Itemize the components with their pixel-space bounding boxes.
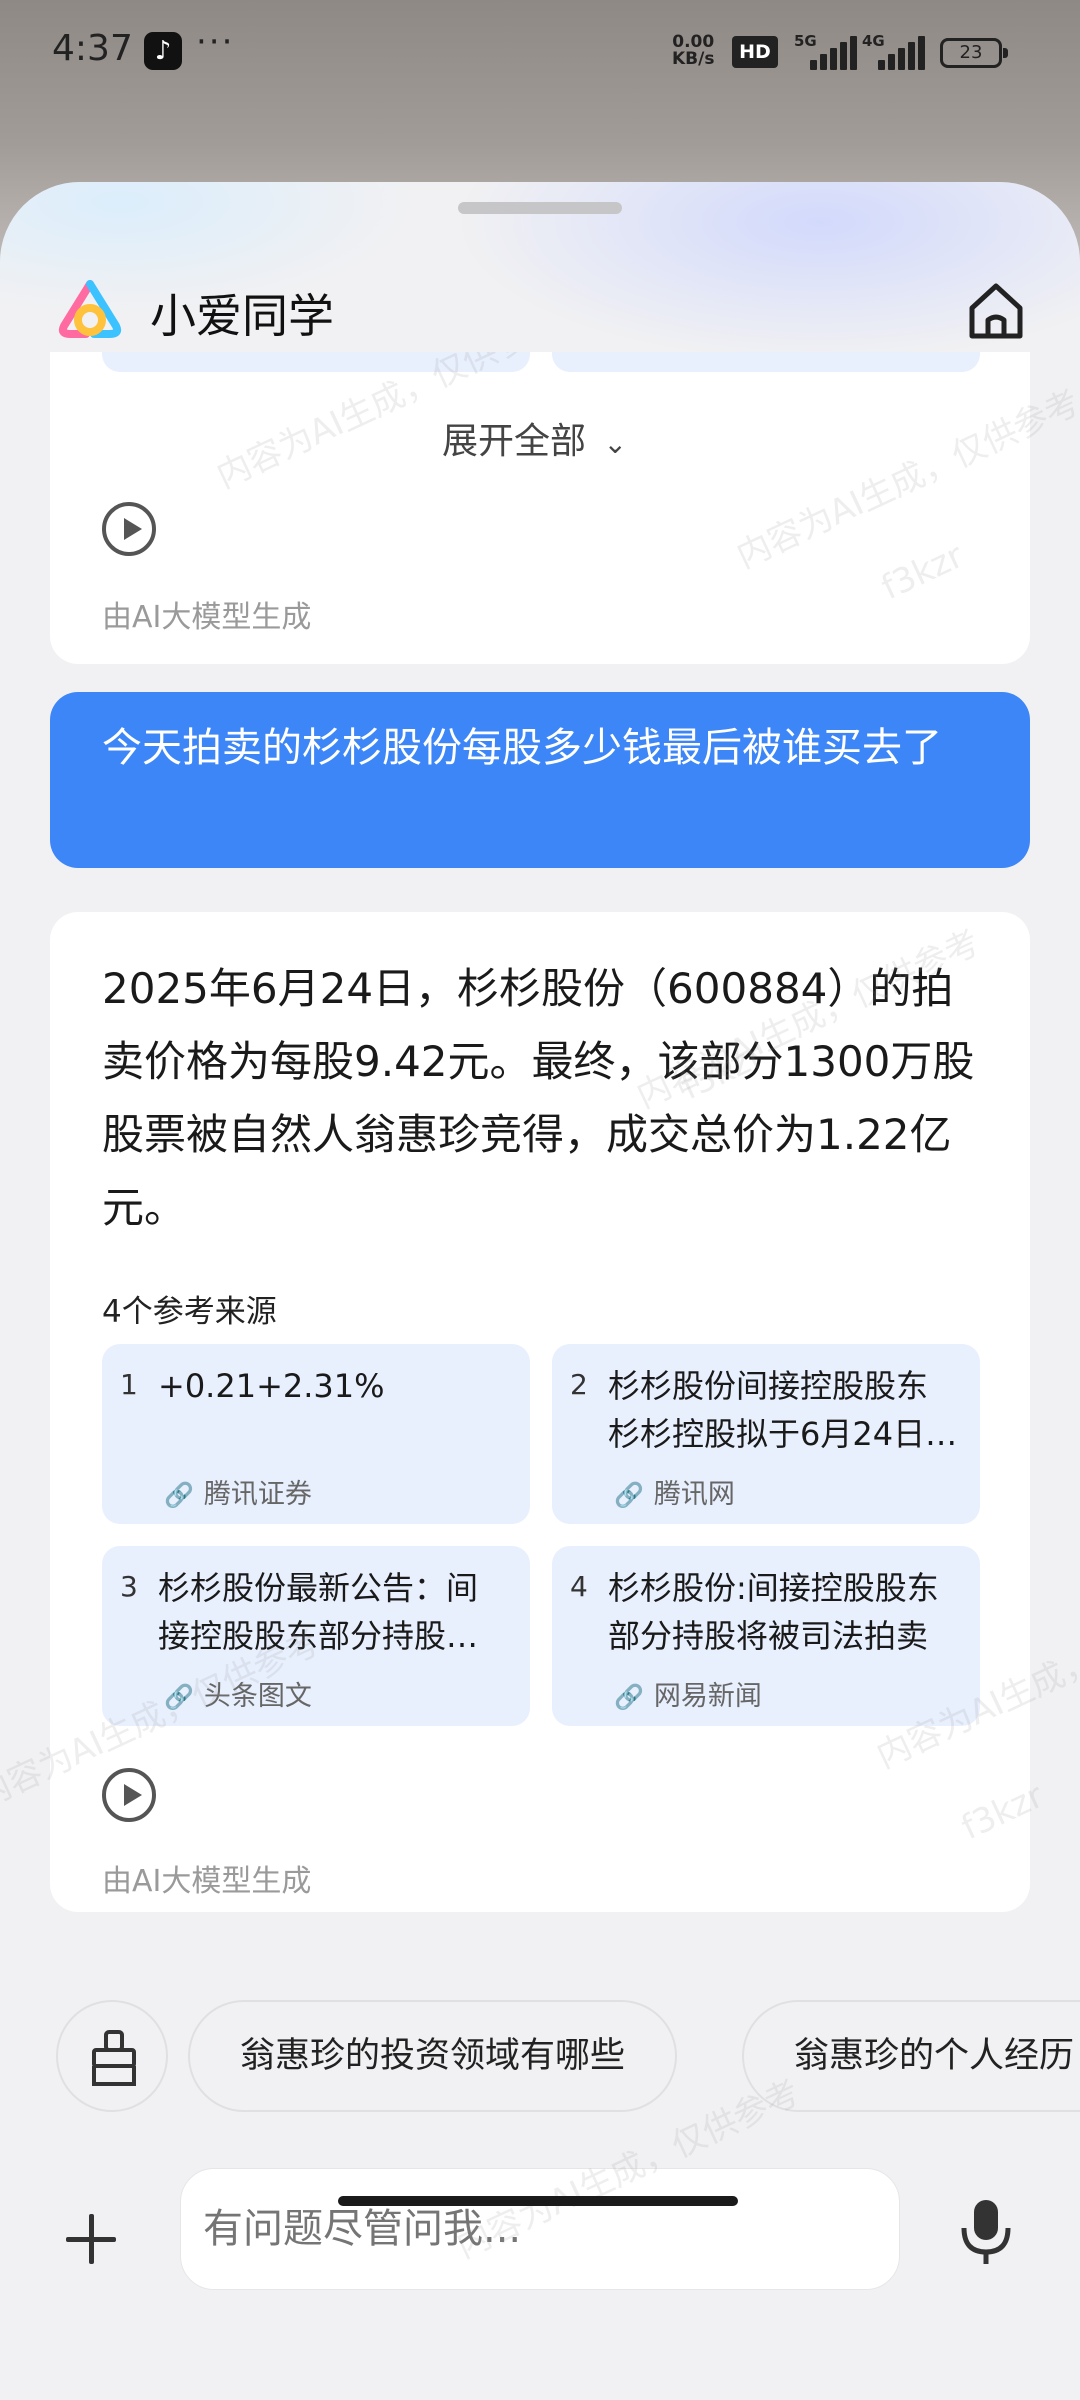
assistant-sheet: 小爱同学 展开全部 ⌄ 由AI大模型生成 今天拍卖的杉杉股份每股多少钱最后被谁买… [0,182,1080,2400]
status-time: 4:37 [52,28,133,69]
reference-source: 🔗 网易新闻 [614,1674,762,1713]
reference-number: 2 [570,1368,588,1401]
play-audio-icon[interactable] [102,1768,156,1822]
ai-generated-label: 由AI大模型生成 [102,600,312,635]
reference-card[interactable]: 1 +0.21+2.31% 🔗 腾讯证券 [102,1344,530,1524]
signal-4g-icon: 4G [862,32,926,70]
input-bar [0,2168,1080,2298]
link-icon: 🔗 [164,1683,194,1711]
expand-all-label: 展开全部 [442,421,587,462]
reference-source-name: 腾讯网 [653,1479,735,1510]
reference-card-peek[interactable] [552,352,980,372]
chat-scroll-area[interactable]: 展开全部 ⌄ 由AI大模型生成 今天拍卖的杉杉股份每股多少钱最后被谁买去了 20… [0,352,1080,2134]
sheet-drag-handle[interactable] [458,202,622,214]
network-speed: 0.00 KB/s [672,34,714,68]
link-icon: 🔗 [164,1481,194,1509]
reference-title: +0.21+2.31% [158,1367,385,1405]
header: 小爱同学 [0,222,1080,352]
reference-title: 杉杉股份间接控股股东杉杉控股拟于6月24日起被司法拍卖 [608,1367,958,1453]
link-icon: 🔗 [614,1683,644,1711]
clean-brush-icon[interactable] [56,2000,168,2112]
signal-5g-label: 5G [794,32,817,50]
tiktok-icon: ♪ [144,32,182,70]
app-title: 小爱同学 [150,289,334,343]
chevron-down-icon: ⌄ [603,427,627,460]
previous-answer-card: 展开全部 ⌄ 由AI大模型生成 [50,352,1030,664]
reference-number: 4 [570,1570,588,1603]
plus-icon[interactable] [66,2214,116,2264]
link-icon: 🔗 [614,1481,644,1509]
reference-title: 杉杉股份最新公告：间接控股股东部分持股将被司法拍卖 [158,1569,479,1655]
network-speed-unit: KB/s [672,49,715,69]
play-audio-icon[interactable] [102,502,156,556]
reference-source: 🔗 腾讯证券 [164,1472,312,1511]
xiaoai-logo-icon [58,280,122,338]
microphone-icon[interactable] [958,2196,1014,2266]
reference-card-peek[interactable] [102,352,530,372]
ai-generated-label: 由AI大模型生成 [102,1864,312,1899]
references-title: 4个参考来源 [102,1294,277,1330]
reference-number: 1 [120,1368,138,1401]
more-notifications-icon: ··· [196,22,235,62]
reference-source-name: 网易新闻 [653,1681,762,1712]
hd-icon: HD [732,36,778,68]
reference-title: 杉杉股份:间接控股股东部分持股将被司法拍卖 [608,1569,939,1655]
user-message-bubble[interactable]: 今天拍卖的杉杉股份每股多少钱最后被谁买去了 [50,692,1030,868]
expand-all-button[interactable]: 展开全部 ⌄ [442,412,627,464]
battery-icon: 23 [940,38,1008,68]
reference-source-name: 头条图文 [203,1681,312,1712]
signal-5g-icon: 5G [794,32,858,70]
message-input[interactable] [180,2168,900,2290]
reference-number: 3 [120,1570,138,1603]
reference-card[interactable]: 4 杉杉股份:间接控股股东部分持股将被司法拍卖 🔗 网易新闻 [552,1546,980,1726]
answer-card: 2025年6月24日，杉杉股份（600884）的拍卖价格为每股9.42元。最终，… [50,912,1030,1912]
suggestion-chip[interactable]: 翁惠珍的投资领域有哪些 [188,2000,678,2112]
suggestion-chip[interactable]: 翁惠珍的个人经历 [742,2000,1080,2112]
reference-source: 🔗 头条图文 [164,1674,312,1713]
reference-card[interactable]: 2 杉杉股份间接控股股东杉杉控股拟于6月24日起被司法拍卖 🔗 腾讯网 [552,1344,980,1524]
reference-source: 🔗 腾讯网 [614,1472,735,1511]
home-icon[interactable] [962,276,1030,344]
status-bar: 4:37 ♪ ··· 0.00 KB/s HD 5G 4G 23 [0,0,1080,104]
answer-text: 2025年6月24日，杉杉股份（600884）的拍卖价格为每股9.42元。最终，… [102,964,975,1232]
gesture-navigation-bar[interactable] [338,2196,738,2206]
signal-4g-label: 4G [862,32,885,50]
reference-source-name: 腾讯证券 [203,1479,312,1510]
suggestion-chips: 翁惠珍的投资领域有哪些 翁惠珍的个人经历 [0,2000,1080,2114]
reference-card[interactable]: 3 杉杉股份最新公告：间接控股股东部分持股将被司法拍卖 🔗 头条图文 [102,1546,530,1726]
